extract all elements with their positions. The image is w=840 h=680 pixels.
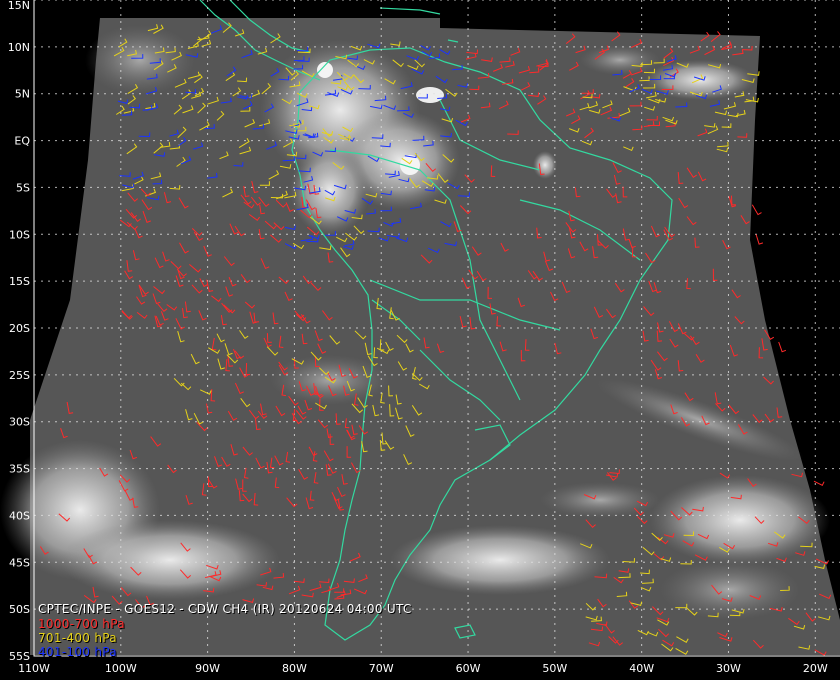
lon-tick-label: 80W bbox=[282, 662, 307, 675]
lon-tick-label: 60W bbox=[456, 662, 481, 675]
lon-tick-label: 40W bbox=[629, 662, 654, 675]
lon-tick-label: 110W bbox=[18, 662, 50, 675]
map-canvas: 15N 10N 5N EQ 5S 10S 15S 20S 25S 30S 35S 40S 45S 50S 5… bbox=[0, 0, 840, 675]
lon-tick-label: 100W bbox=[105, 662, 137, 675]
lat-tick-label: 30S bbox=[9, 416, 30, 429]
wind-barb bbox=[778, 341, 787, 353]
lon-tick-label: 90W bbox=[195, 662, 220, 675]
wind-barb bbox=[751, 204, 762, 216]
lat-tick-label: 15N bbox=[8, 0, 30, 12]
legend-high-level: 401-100 hPa bbox=[38, 645, 117, 659]
lat-tick-label: 35S bbox=[9, 463, 30, 476]
lat-tick-label: 20S bbox=[9, 322, 30, 335]
satellite-wind-map: 15N 10N 5N EQ 5S 10S 15S 20S 25S 30S 35S 40S 45S 50S 5… bbox=[0, 0, 840, 680]
wind-barb bbox=[755, 234, 764, 245]
lat-tick-label: 45S bbox=[9, 556, 30, 569]
lon-tick-label: 30W bbox=[716, 662, 741, 675]
lat-tick-label: 15S bbox=[9, 275, 30, 288]
lat-tick-label: 5S bbox=[16, 181, 30, 194]
lat-tick-label: 25S bbox=[9, 369, 30, 382]
legend-mid-level: 701-400 hPa bbox=[38, 631, 117, 645]
lat-tick-label: 50S bbox=[9, 603, 30, 616]
lon-tick-label: 20W bbox=[803, 662, 828, 675]
lat-tick-label: EQ bbox=[14, 135, 30, 148]
lat-tick-label: 5N bbox=[15, 88, 30, 101]
lat-tick-label: 40S bbox=[9, 509, 30, 522]
lat-tick-label: 10N bbox=[8, 41, 30, 54]
lon-tick-label: 50W bbox=[542, 662, 567, 675]
lon-tick-label: 70W bbox=[369, 662, 394, 675]
legend-low-level: 1000-700 hPa bbox=[38, 617, 125, 631]
lat-tick-label: 10S bbox=[9, 228, 30, 241]
caption-title: CPTEC/INPE - GOES12 - CDW CH4 (IR) 20120… bbox=[38, 602, 412, 616]
